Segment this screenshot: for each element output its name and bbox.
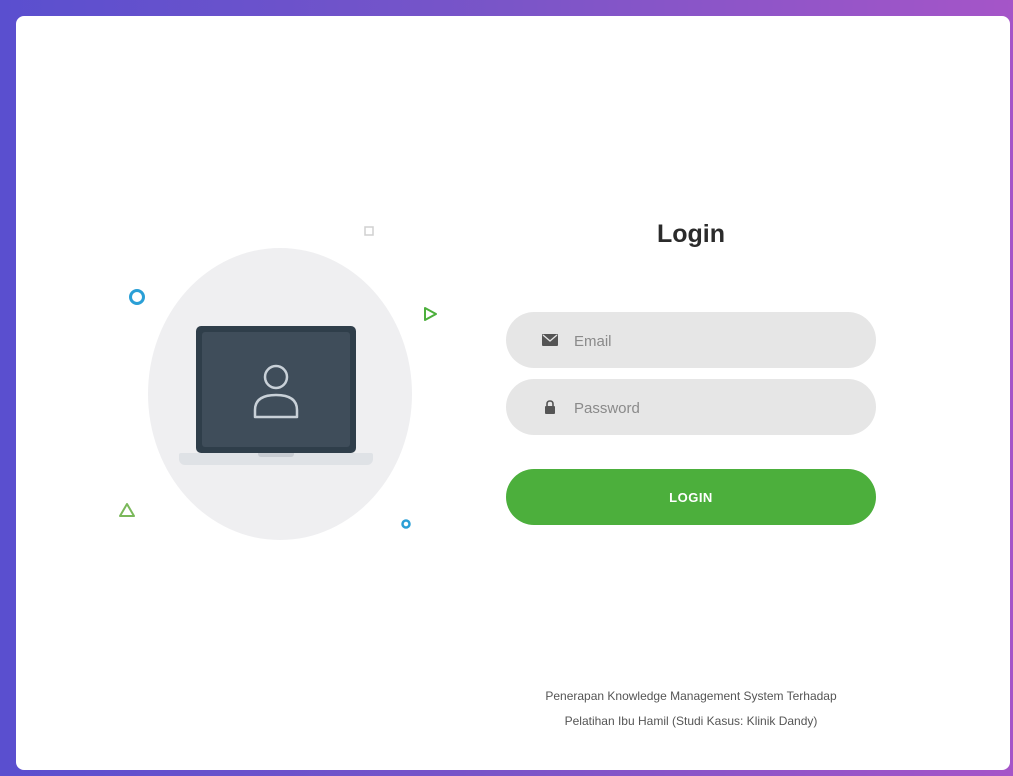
envelope-icon	[542, 334, 558, 346]
login-card: Login LOGIN Penerapan Knowledge Manageme…	[16, 16, 1010, 770]
footer-caption: Penerapan Knowledge Management System Te…	[496, 684, 886, 734]
small-circle-deco-icon	[401, 519, 411, 529]
square-deco-icon	[364, 226, 374, 236]
footer-line-1: Penerapan Knowledge Management System Te…	[545, 689, 837, 703]
login-title: Login	[656, 220, 726, 248]
login-form: Login LOGIN Penerapan Knowledge Manageme…	[506, 16, 876, 770]
footer-line-2: Pelatihan Ibu Hamil (Studi Kasus: Klinik…	[564, 714, 818, 728]
email-field[interactable]	[506, 312, 876, 370]
triangle-deco-icon	[119, 503, 135, 517]
user-icon	[253, 364, 299, 419]
password-field[interactable]	[506, 379, 876, 437]
login-illustration	[16, 16, 486, 770]
laptop-notch	[258, 453, 294, 457]
login-button[interactable]: LOGIN	[506, 469, 876, 525]
password-input[interactable]	[572, 379, 856, 437]
lock-icon	[545, 400, 555, 414]
circle-deco-icon	[129, 289, 145, 305]
play-triangle-deco-icon	[424, 307, 437, 321]
email-input[interactable]	[572, 312, 856, 370]
